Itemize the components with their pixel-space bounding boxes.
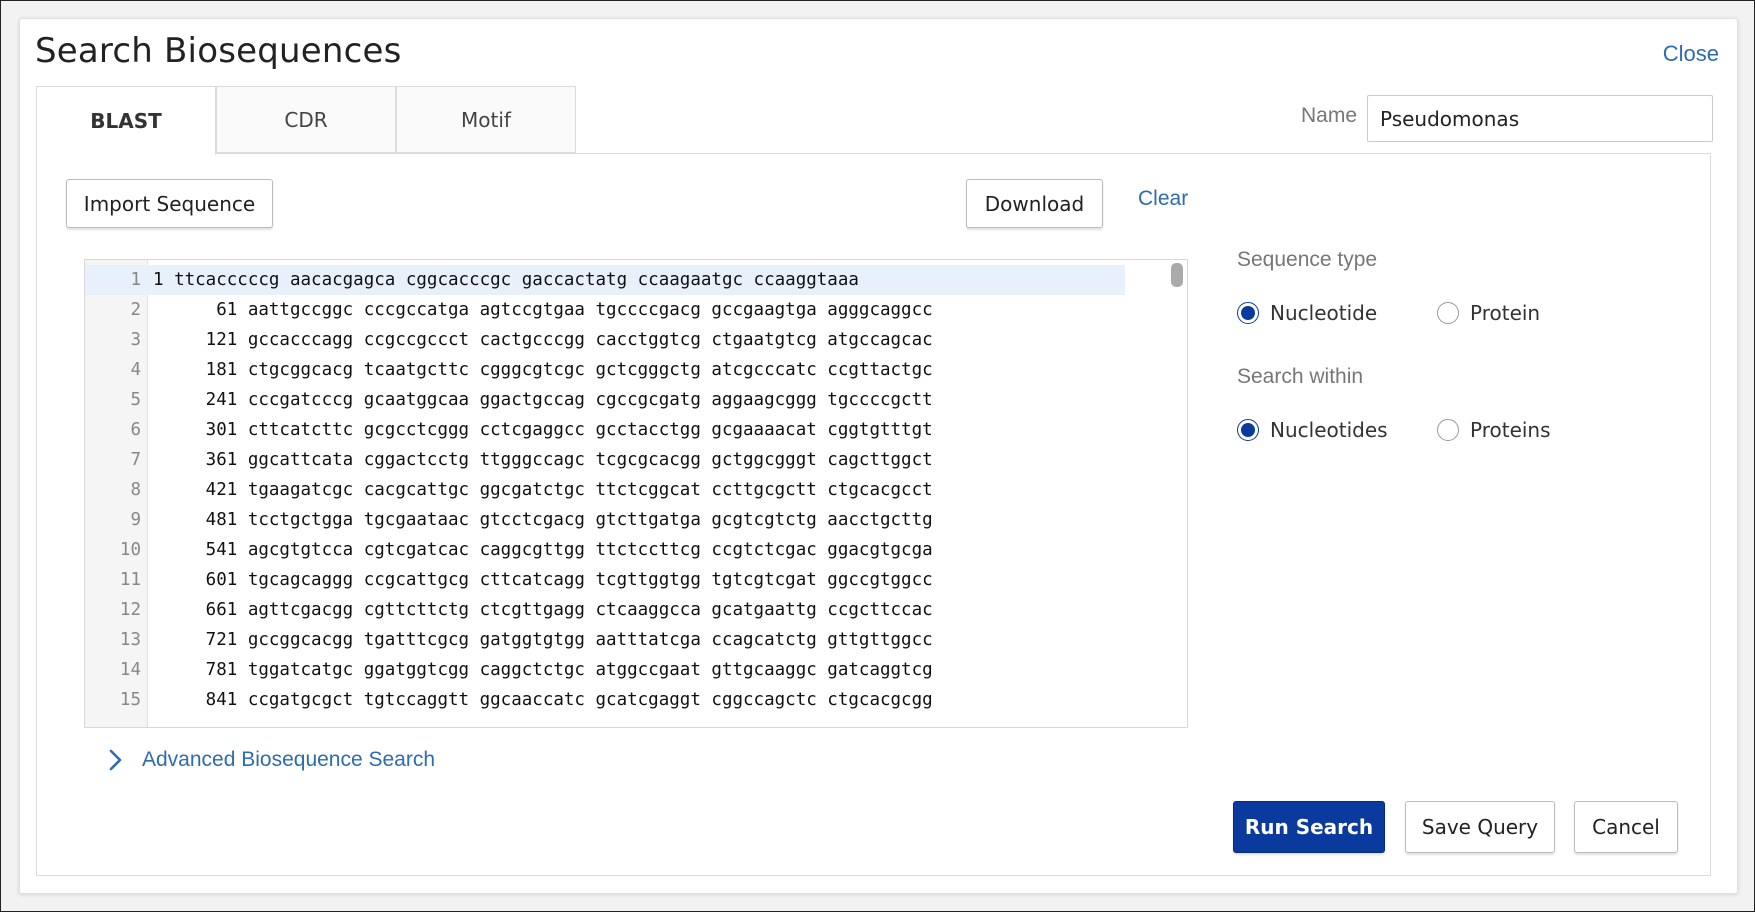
import-sequence-button[interactable]: Import Sequence — [66, 179, 273, 228]
line-text: 481 tcctgctgga tgcgaataac gtcctcgacg gtc… — [153, 510, 933, 530]
sequence-editor[interactable]: 1 1 ttcacccccg aacacgagca cggcacccgc gacc… — [84, 259, 1188, 728]
line-number: 14 — [119, 660, 141, 680]
editor-line[interactable]: 2 61 aattgccggc cccgccatga agtccgtgaa tg… — [85, 295, 1125, 325]
sequence-type-label: Sequence type — [1237, 248, 1378, 271]
radio-circle — [1237, 302, 1259, 324]
line-number: 3 — [130, 330, 141, 350]
editor-line[interactable]: 8 421 tgaagatcgc cacgcattgc ggcgatctgc t… — [85, 475, 1125, 505]
line-number: 12 — [119, 600, 141, 620]
save-query-button[interactable]: Save Query — [1405, 801, 1555, 853]
editor-scrollbar[interactable] — [1171, 263, 1183, 287]
line-text: 721 gccggcacgg tgatttcgcg gatggtgtgg aat… — [153, 630, 933, 650]
editor-line[interactable]: 4 181 ctgcggcacg tcaatgcttc cgggcgtcgc g… — [85, 355, 1125, 385]
editor-line[interactable]: 5 241 cccgatcccg gcaatggcaa ggactgccag c… — [85, 385, 1125, 415]
editor-line[interactable]: 9 481 tcctgctgga tgcgaataac gtcctcgacg g… — [85, 505, 1125, 535]
line-number: 11 — [119, 570, 141, 590]
search-biosequences-dialog: Search Biosequences Close BLAST CDR Moti… — [19, 18, 1738, 894]
editor-line[interactable]: 1 1 ttcacccccg aacacgagca cggcacccgc gacc… — [85, 265, 1125, 295]
editor-line[interactable]: 10 541 agcgtgtcca cgtcgatcac caggcgttgg … — [85, 535, 1125, 565]
line-text: 361 ggcattcata cggactcctg ttgggccagc tcg… — [153, 450, 933, 470]
run-search-button[interactable]: Run Search — [1233, 801, 1385, 853]
line-number: 10 — [119, 540, 141, 560]
line-text: 841 ccgatgcgct tgtccaggtt ggcaaccatc gca… — [153, 690, 933, 710]
line-number: 4 — [130, 360, 141, 380]
line-text: 181 ctgcggcacg tcaatgcttc cgggcgtcgc gct… — [153, 360, 933, 380]
line-number: 7 — [130, 450, 141, 470]
line-number: 15 — [119, 690, 141, 710]
name-label: Name — [1301, 104, 1358, 127]
radio-label: Nucleotide — [1270, 301, 1378, 325]
dialog-title: Search Biosequences — [35, 31, 402, 71]
line-number: 5 — [130, 390, 141, 410]
editor-line[interactable]: 3 121 gccacccagg ccgccgccct cactgcccgg c… — [85, 325, 1125, 355]
line-number: 9 — [130, 510, 141, 530]
line-number: 6 — [130, 420, 141, 440]
editor-line[interactable]: 14 781 tggatcatgc ggatggtcgg caggctctgc … — [85, 655, 1125, 685]
radio-nucleotides[interactable]: Nucleotides — [1237, 418, 1388, 442]
search-within-label: Search within — [1237, 365, 1364, 388]
editor-line[interactable]: 6 301 cttcatcttc gcgcctcggg cctcgaggcc g… — [85, 415, 1125, 445]
close-link[interactable]: Close — [1663, 41, 1719, 67]
name-input[interactable] — [1367, 95, 1713, 142]
line-text: 661 agttcgacgg cgttcttctg ctcgttgagg ctc… — [153, 600, 933, 620]
tab-cdr[interactable]: CDR — [216, 86, 396, 153]
editor-line[interactable]: 15 841 ccgatgcgct tgtccaggtt ggcaaccatc … — [85, 685, 1125, 715]
line-text: 241 cccgatcccg gcaatggcaa ggactgccag cgc… — [153, 390, 933, 410]
line-text: 781 tggatcatgc ggatggtcgg caggctctgc atg… — [153, 660, 933, 680]
line-text: 601 tgcagcaggg ccgcattgcg cttcatcagg tcg… — [153, 570, 933, 590]
radio-protein[interactable]: Protein — [1437, 301, 1540, 325]
tab-motif[interactable]: Motif — [396, 86, 576, 153]
radio-label: Protein — [1470, 301, 1541, 325]
line-text: 121 gccacccagg ccgccgccct cactgcccgg cac… — [153, 330, 933, 350]
line-text: 1 ttcacccccg aacacgagca cggcacccgc gacca… — [153, 270, 859, 290]
radio-circle — [1237, 419, 1259, 441]
editor-line[interactable]: 7 361 ggcattcata cggactcctg ttgggccagc t… — [85, 445, 1125, 475]
line-number: 1 — [130, 270, 141, 290]
editor-line[interactable]: 13 721 gccggcacgg tgatttcgcg gatggtgtgg … — [85, 625, 1125, 655]
tab-blast[interactable]: BLAST — [36, 86, 216, 155]
line-number: 8 — [130, 480, 141, 500]
chevron-right-icon — [109, 749, 122, 771]
line-number: 2 — [130, 300, 141, 320]
radio-label: Nucleotides — [1270, 418, 1388, 442]
radio-nucleotide[interactable]: Nucleotide — [1237, 301, 1377, 325]
radio-label: Proteins — [1470, 418, 1551, 442]
advanced-search-label: Advanced Biosequence Search — [142, 748, 436, 771]
editor-line[interactable]: 12 661 agttcgacgg cgttcttctg ctcgttgagg … — [85, 595, 1125, 625]
radio-circle — [1437, 419, 1459, 441]
radio-proteins[interactable]: Proteins — [1437, 418, 1551, 442]
line-text: 301 cttcatcttc gcgcctcggg cctcgaggcc gcc… — [153, 420, 933, 440]
window-frame: Search Biosequences Close BLAST CDR Moti… — [0, 0, 1755, 912]
advanced-search-toggle[interactable]: Advanced Biosequence Search — [102, 747, 435, 773]
line-number: 13 — [119, 630, 141, 650]
editor-line[interactable]: 11 601 tgcagcaggg ccgcattgcg cttcatcagg … — [85, 565, 1125, 595]
download-button[interactable]: Download — [966, 179, 1103, 228]
line-text: 421 tgaagatcgc cacgcattgc ggcgatctgc ttc… — [153, 480, 933, 500]
clear-link[interactable]: Clear — [1138, 187, 1188, 211]
cancel-button[interactable]: Cancel — [1574, 801, 1678, 853]
radio-circle — [1437, 302, 1459, 324]
line-text: 61 aattgccggc cccgccatga agtccgtgaa tgcc… — [153, 300, 933, 320]
line-text: 541 agcgtgtcca cgtcgatcac caggcgttgg ttc… — [153, 540, 933, 560]
